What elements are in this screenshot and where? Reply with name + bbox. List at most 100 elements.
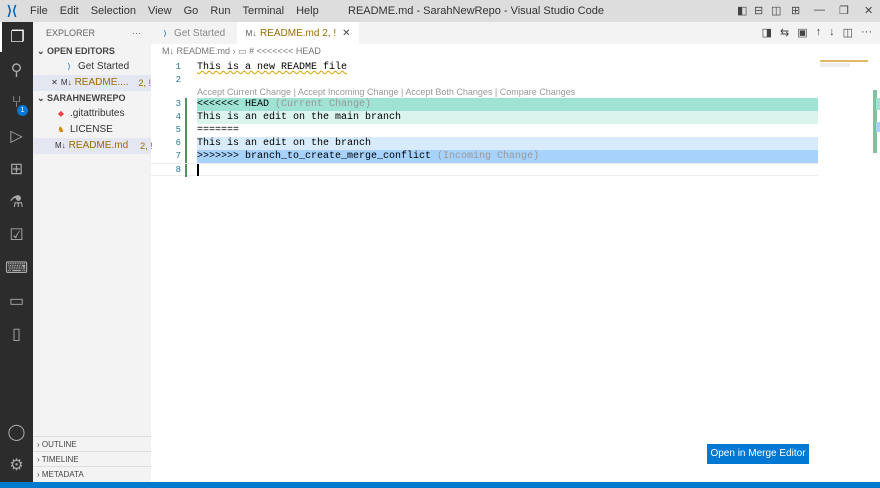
code-line[interactable]: 3 <<<<<<< HEAD (Current Change) xyxy=(151,98,818,111)
maximize-button[interactable]: ❐ xyxy=(839,4,849,17)
git-icon: ◆ xyxy=(57,109,65,118)
merge-icon[interactable]: ▣ xyxy=(797,26,807,39)
remote-explorer-icon[interactable]: ▭ xyxy=(0,286,33,316)
file-label: .gitattributes xyxy=(70,108,125,119)
menu-file[interactable]: File xyxy=(24,5,54,17)
terminal-icon[interactable]: ⌨ xyxy=(0,253,33,283)
accept-both-link[interactable]: Accept Both Changes xyxy=(405,87,492,97)
current-change-hint: (Current Change) xyxy=(269,99,372,110)
editor-tabs: ⟩ Get Started M↓ README.md 2, ! ✕ ◨ ⇆ ▣ ↑ ↓… xyxy=(151,22,880,44)
breadcrumb-file[interactable]: README.md xyxy=(177,46,231,56)
compare-changes-link[interactable]: Compare Changes xyxy=(500,87,576,97)
breadcrumb-symbol[interactable]: # <<<<<<< HEAD xyxy=(249,46,321,56)
incoming-change-hint: (Incoming Change) xyxy=(431,151,540,162)
source-control-icon[interactable]: ⑂ 1 xyxy=(0,88,33,118)
code-line[interactable]: 8 xyxy=(151,163,818,177)
previous-conflict-icon[interactable]: ↑ xyxy=(816,26,822,39)
more-actions-icon[interactable]: ··· xyxy=(861,26,872,39)
tab-readme[interactable]: M↓ README.md 2, ! ✕ xyxy=(237,22,359,44)
checklist-icon[interactable]: ☑ xyxy=(0,220,33,250)
window-title: README.md - SarahNewRepo - Visual Studio… xyxy=(348,5,604,17)
conflict-marker: >>>>>>> branch_to_create_merge_conflict xyxy=(197,151,432,162)
compare-changes-icon[interactable]: ⇆ xyxy=(780,26,789,39)
code-line[interactable]: 1 This is a new README file xyxy=(151,61,818,74)
settings-gear-icon[interactable]: ⚙ xyxy=(0,450,33,480)
close-window-button[interactable]: ✕ xyxy=(864,4,873,17)
code-line[interactable]: 4 This is an edit on the main branch xyxy=(151,111,818,124)
gutter-marker xyxy=(185,111,187,124)
scm-badge: 1 xyxy=(17,105,28,116)
title-bar: ⟩⟨ File Edit Selection View Go Run Termi… xyxy=(0,0,880,22)
line-text: >>>>>>> branch_to_create_merge_conflict … xyxy=(197,150,818,163)
open-editor-label: Get Started xyxy=(78,61,130,72)
file-readme[interactable]: M↓ README.md 2, ! xyxy=(33,138,153,154)
timeline-section[interactable]: › TIMELINE xyxy=(33,451,151,466)
run-debug-icon[interactable]: ▷ xyxy=(0,121,33,151)
timeline-label: TIMELINE xyxy=(41,455,79,464)
tab-get-started[interactable]: ⟩ Get Started xyxy=(151,22,237,44)
toggle-panel-icon[interactable]: ⊟ xyxy=(754,4,763,17)
tab-badge: 2, ! xyxy=(322,27,337,39)
open-editors-section[interactable]: ⌄ OPEN EDITORS xyxy=(33,44,151,59)
explorer-icon[interactable]: ❐ xyxy=(0,22,33,52)
separator: | xyxy=(492,87,500,97)
conflict-marker: <<<<<<< HEAD xyxy=(197,99,270,110)
open-editor-get-started[interactable]: ⟩ Get Started xyxy=(33,59,151,75)
notebook-icon[interactable]: ▯ xyxy=(0,319,33,349)
problem-badge: 2, ! xyxy=(138,78,151,88)
vscode-icon: ⟩ xyxy=(163,28,167,38)
testing-icon[interactable]: ⚗ xyxy=(0,187,33,217)
line-number: 4 xyxy=(175,112,181,122)
close-icon[interactable]: ✕ xyxy=(51,75,58,91)
minimap[interactable] xyxy=(818,58,870,178)
close-tab-icon[interactable]: ✕ xyxy=(342,28,350,39)
search-icon[interactable]: ⚲ xyxy=(0,55,33,85)
accounts-icon[interactable]: ◯ xyxy=(0,417,33,447)
menu-help[interactable]: Help xyxy=(290,5,325,17)
line-text: This is an edit on the main branch xyxy=(197,111,818,124)
open-merge-editor-button[interactable]: Open in Merge Editor xyxy=(707,444,809,464)
line-number: 3 xyxy=(175,99,181,109)
repo-section[interactable]: ⌄ SARAHNEWREPO xyxy=(33,91,151,106)
file-gitattributes[interactable]: ◆ .gitattributes xyxy=(33,106,151,122)
menu-selection[interactable]: Selection xyxy=(85,5,142,17)
markdown-icon: M↓ xyxy=(245,28,257,38)
next-conflict-icon[interactable]: ↓ xyxy=(829,26,835,39)
customize-layout-icon[interactable]: ⊞ xyxy=(791,4,800,17)
accept-incoming-link[interactable]: Accept Incoming Change xyxy=(298,87,399,97)
metadata-section[interactable]: › METADATA xyxy=(33,466,151,481)
line-number: 1 xyxy=(175,62,181,72)
code-line[interactable]: 7 >>>>>>> branch_to_create_merge_conflict… xyxy=(151,150,818,163)
tab-label: Get Started xyxy=(174,27,226,39)
menu-go[interactable]: Go xyxy=(178,5,205,17)
open-preview-icon[interactable]: ◨ xyxy=(762,26,772,39)
line-number: 2 xyxy=(175,75,181,85)
toggle-sidebar-icon[interactable]: ◧ xyxy=(737,4,747,17)
file-license[interactable]: ♞ LICENSE xyxy=(33,122,151,138)
markdown-icon: M↓ xyxy=(60,78,72,87)
minimize-button[interactable]: — xyxy=(814,4,825,16)
split-editor-icon[interactable]: ◫ xyxy=(843,26,853,39)
menu-terminal[interactable]: Terminal xyxy=(237,5,291,17)
more-actions-icon[interactable]: ··· xyxy=(132,22,141,44)
menu-run[interactable]: Run xyxy=(204,5,236,17)
repo-label: SARAHNEWREPO xyxy=(47,93,126,103)
gutter-marker xyxy=(185,124,187,137)
gutter-marker xyxy=(185,98,187,111)
toggle-secondary-sidebar-icon[interactable]: ◫ xyxy=(771,4,781,17)
extensions-icon[interactable]: ⊞ xyxy=(0,154,33,184)
line-text: This is a new README file xyxy=(197,62,348,73)
code-line[interactable]: 2 xyxy=(151,74,818,87)
menu-edit[interactable]: Edit xyxy=(54,5,85,17)
explorer-title: EXPLORER xyxy=(46,28,96,38)
outline-section[interactable]: › OUTLINE xyxy=(33,436,151,451)
accept-current-link[interactable]: Accept Current Change xyxy=(197,87,291,97)
code-line[interactable]: 6 This is an edit on the branch xyxy=(151,137,818,150)
code-line[interactable]: 5 ======= xyxy=(151,124,818,137)
breadcrumb: M↓ README.md › ▭ # <<<<<<< HEAD xyxy=(162,46,321,56)
file-label: LICENSE xyxy=(70,124,113,135)
open-editor-readme[interactable]: ✕ M↓ README.... 2, ! xyxy=(33,75,151,91)
gutter-marker xyxy=(185,150,187,163)
tab-label: README.md xyxy=(260,27,320,39)
menu-view[interactable]: View xyxy=(142,5,178,17)
